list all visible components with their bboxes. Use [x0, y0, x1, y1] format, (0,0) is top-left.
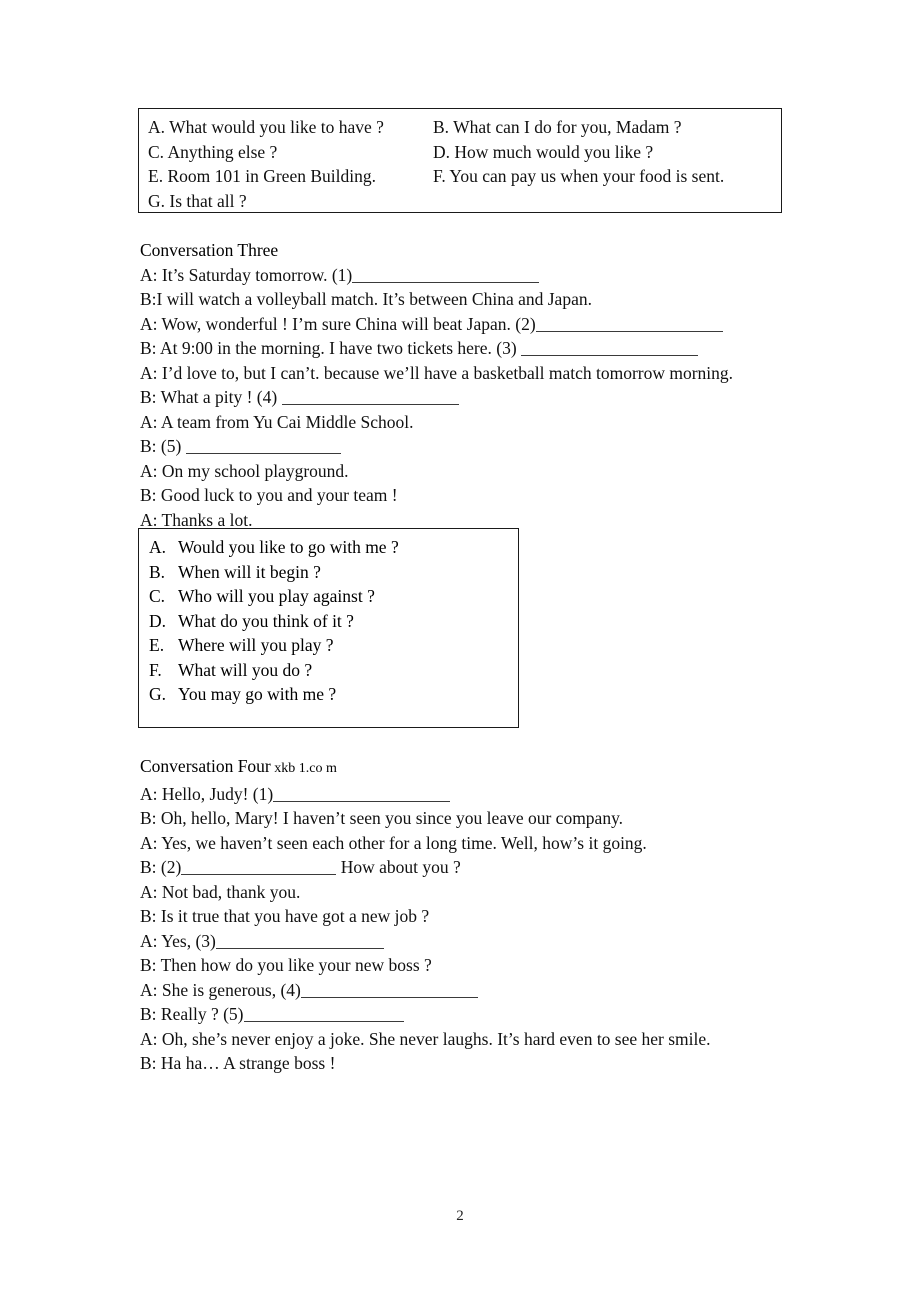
site-watermark: xkb 1.co m [270, 761, 337, 776]
option-item-g: G. Is that all ? [148, 190, 247, 211]
conversation-three-text: B: Good luck to you and your team ! [140, 485, 398, 505]
conversation-four-line: A: Not bad, thank you. [140, 880, 711, 905]
conversation-three-text: A: I’d love to, but I can’t. because we’… [140, 362, 734, 383]
option-list-item: G. You may go with me ? [149, 682, 518, 707]
conversation-three-text: B: (5) [140, 436, 186, 456]
option-list-item: E. Where will you play ? [149, 633, 518, 658]
conversation-four-text: A: She is generous, (4) [140, 979, 301, 1000]
option-letter: C. [149, 586, 166, 606]
conversation-four-line: A: Yes, we haven’t seen each other for a… [140, 831, 711, 856]
conversation-three-heading: Conversation Three [140, 240, 279, 260]
option-grid: A. What would you like to have ? B. What… [139, 115, 781, 213]
answer-blank[interactable] [300, 983, 478, 998]
answer-blank[interactable] [185, 439, 341, 454]
answer-blank[interactable] [215, 934, 384, 949]
document-page: A. What would you like to have ? B. What… [0, 0, 920, 1302]
option-text: When will it begin ? [178, 561, 321, 582]
conversation-three-text: A: Thanks a lot. [140, 509, 253, 530]
conversation-three-text: B: At 9:00 in the morning. I have two ti… [140, 338, 522, 358]
conversation-four-line: B: (2) How about you ? [140, 855, 711, 880]
conversation-three-text: A: A team from Yu Cai Middle School. [140, 411, 414, 432]
conversation-three-line: B: What a pity ! (4) [140, 385, 733, 410]
conversation-four-line: A: She is generous, (4) [140, 978, 711, 1003]
conversation-four-line: B: Really ? (5) [140, 1002, 711, 1027]
conversation-four-line: A: Yes, (3) [140, 929, 711, 954]
answer-blank[interactable] [352, 268, 540, 283]
answer-blank[interactable] [181, 860, 337, 875]
answer-blank[interactable] [243, 1007, 404, 1022]
conversation-four-text: B: Then how do you like your new boss ? [140, 955, 432, 975]
conversation-three-text: A: It’s Saturday tomorrow. (1) [140, 264, 353, 285]
answer-blank[interactable] [273, 787, 451, 802]
conversation-four-line: B: Oh, hello, Mary! I haven’t seen you s… [140, 806, 711, 831]
option-letter: E. [149, 635, 165, 655]
conversation-four-line: B: Is it true that you have got a new jo… [140, 904, 711, 929]
conversation-three-line: B:I will watch a volleyball match. It’s … [140, 287, 733, 312]
conversation-four-text: A: Oh, she’s never enjoy a joke. She nev… [140, 1028, 711, 1049]
conversation-four-text: B: Is it true that you have got a new jo… [140, 906, 430, 926]
option-item-e: E. Room 101 in Green Building. [148, 166, 376, 186]
option-list-item: A. Would you like to go with me ? [149, 535, 518, 560]
option-list-item: B. When will it begin ? [149, 560, 518, 585]
option-item-d: D. How much would you like ? [433, 141, 654, 162]
option-text: Who will you play against ? [178, 586, 375, 606]
conversation-three-text: B:I will watch a volleyball match. It’s … [140, 289, 592, 309]
conversation-three-line: A: A team from Yu Cai Middle School. [140, 410, 733, 435]
conversation-three-block: Conversation Three A: It’s Saturday tomo… [140, 238, 733, 532]
answer-blank[interactable] [535, 317, 723, 332]
option-box-two: A. Would you like to go with me ? B. When w… [138, 528, 519, 728]
conversation-three-lines: A: It’s Saturday tomorrow. (1) B:I will w… [140, 263, 733, 533]
conversation-four-text: A: Yes, (3) [140, 930, 216, 951]
conversation-three-line: A: Wow, wonderful ! I’m sure China will … [140, 312, 733, 337]
conversation-four-text-tail: How about you ? [336, 857, 461, 877]
option-letter: D. [149, 610, 167, 631]
option-item-c: C. Anything else ? [148, 141, 278, 162]
option-item-a: A. What would you like to have ? [148, 117, 384, 137]
answer-blank[interactable] [521, 341, 699, 356]
option-text: Where will you play ? [178, 635, 334, 655]
option-list-item: C. Who will you play against ? [149, 584, 518, 609]
option-box-one: A. What would you like to have ? B. What… [138, 108, 782, 213]
option-text: What do you think of it ? [178, 610, 354, 631]
conversation-four-text: A: Hello, Judy! (1) [140, 783, 274, 804]
conversation-three-line: B: (5) [140, 434, 733, 459]
conversation-four-lines: A: Hello, Judy! (1) B: Oh, hello, Mary! I… [140, 782, 711, 1076]
option-item-b: B. What can I do for you, Madam ? [433, 117, 682, 137]
conversation-three-line: A: It’s Saturday tomorrow. (1) [140, 263, 733, 288]
option-text: What will you do ? [178, 659, 313, 680]
conversation-three-line: A: On my school playground. [140, 459, 733, 484]
option-letter: F. [149, 659, 162, 680]
conversation-three-line: B: At 9:00 in the morning. I have two ti… [140, 336, 733, 361]
conversation-four-text: A: Yes, we haven’t seen each other for a… [140, 832, 647, 853]
conversation-three-line: A: I’d love to, but I can’t. because we’… [140, 361, 733, 386]
option-letter: B. [149, 561, 166, 582]
conversation-four-text: B: Oh, hello, Mary! I haven’t seen you s… [140, 808, 624, 828]
option-list-item: D. What do you think of it ? [149, 609, 518, 634]
conversation-three-text: B: What a pity ! (4) [140, 387, 282, 407]
option-text: You may go with me ? [178, 684, 337, 704]
conversation-four-line: A: Oh, she’s never enjoy a joke. She nev… [140, 1027, 711, 1052]
conversation-four-line: A: Hello, Judy! (1) [140, 782, 711, 807]
option-letter: A. [149, 537, 167, 557]
conversation-three-text: A: On my school playground. [140, 460, 349, 481]
page-number: 2 [456, 1208, 464, 1224]
option-list: A. Would you like to go with me ? B. When w… [139, 535, 518, 707]
conversation-four-text: A: Not bad, thank you. [140, 881, 301, 902]
option-item-f: F. You can pay us when your food is sent… [433, 166, 725, 186]
conversation-four-line: B: Then how do you like your new boss ? [140, 953, 711, 978]
conversation-three-text: A: Wow, wonderful ! I’m sure China will … [140, 313, 536, 334]
conversation-three-line: B: Good luck to you and your team ! [140, 483, 733, 508]
conversation-four-text: B: Ha ha… A strange boss ! [140, 1053, 336, 1073]
conversation-four-text: B: Really ? (5) [140, 1004, 244, 1024]
conversation-four-line: B: Ha ha… A strange boss ! [140, 1051, 711, 1076]
option-list-item: F. What will you do ? [149, 658, 518, 683]
option-text: Would you like to go with me ? [178, 537, 399, 557]
conversation-four-title: Conversation Four [140, 756, 271, 776]
answer-blank[interactable] [281, 390, 459, 405]
conversation-four-text: B: (2) [140, 857, 182, 877]
conversation-four-block: Conversation Four xkb 1.co m A: Hello, J… [140, 754, 711, 1076]
option-letter: G. [149, 684, 167, 704]
conversation-four-heading: Conversation Four xkb 1.co m [140, 754, 711, 782]
